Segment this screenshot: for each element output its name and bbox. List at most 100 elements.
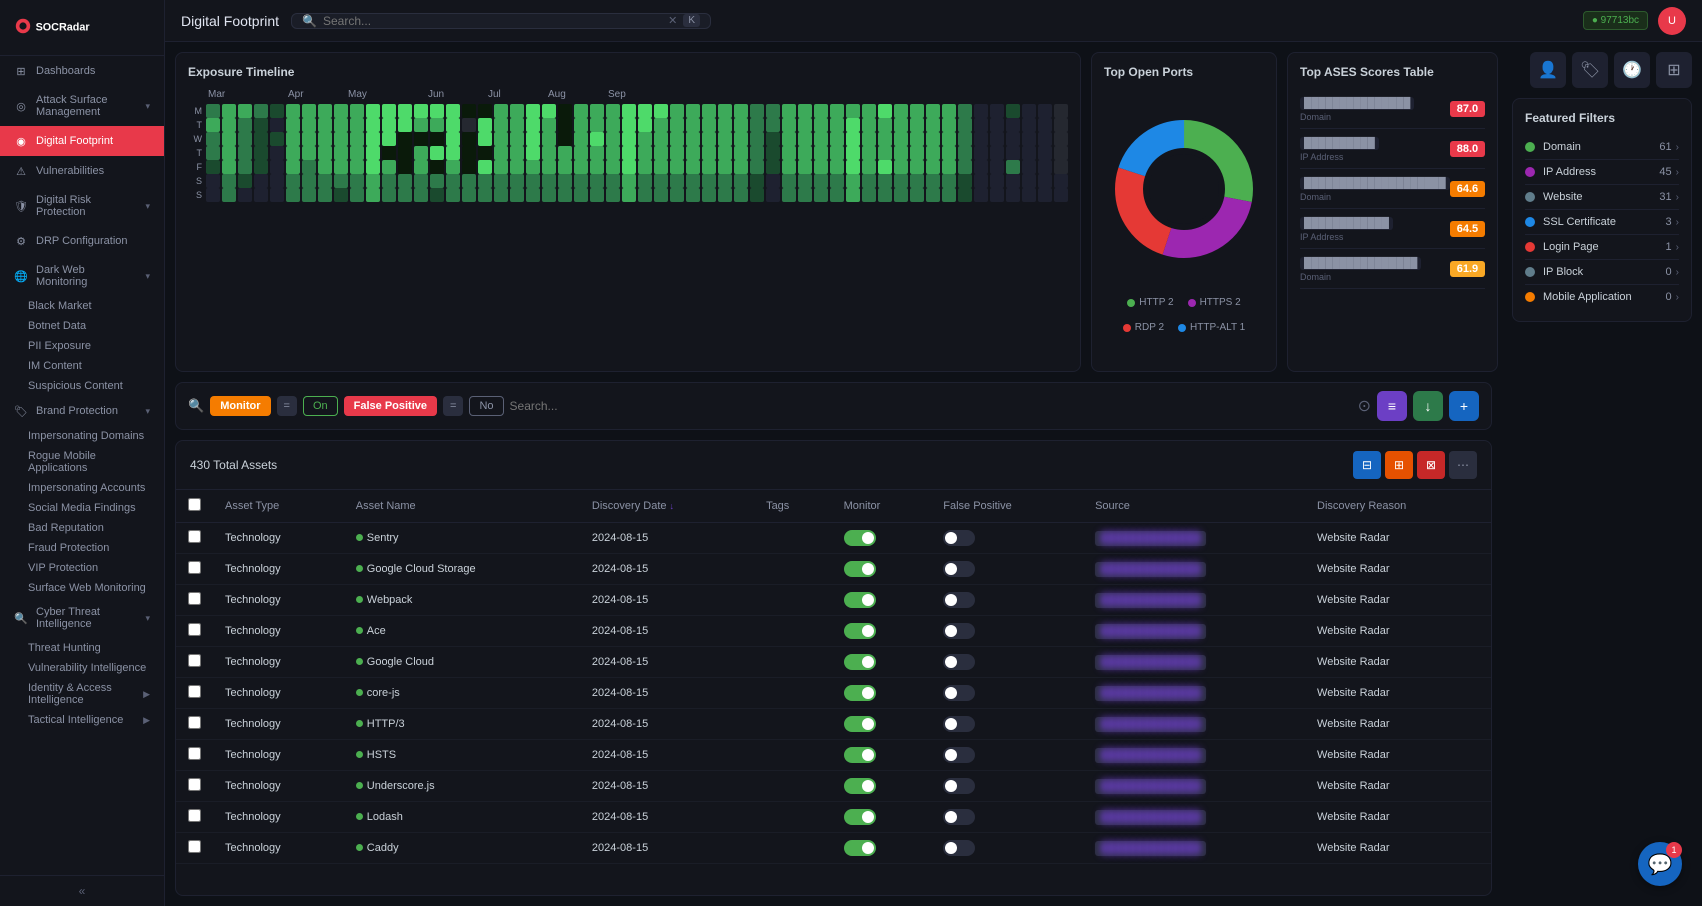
timeline-cell[interactable] — [766, 174, 780, 188]
timeline-cell[interactable] — [446, 146, 460, 160]
row-checkbox-cell[interactable] — [176, 585, 213, 616]
chart-view-btn[interactable]: ⋯ — [1449, 451, 1477, 479]
timeline-cell[interactable] — [366, 132, 380, 146]
timeline-cell[interactable] — [382, 160, 396, 174]
timeline-cell[interactable] — [750, 174, 764, 188]
timeline-cell[interactable] — [510, 104, 524, 118]
timeline-cell[interactable] — [286, 104, 300, 118]
timeline-cell[interactable] — [878, 132, 892, 146]
timeline-cell[interactable] — [302, 188, 316, 202]
card-view-btn[interactable]: ⊞ — [1385, 451, 1413, 479]
timeline-cell[interactable] — [478, 146, 492, 160]
timeline-cell[interactable] — [222, 104, 236, 118]
timeline-cell[interactable] — [718, 146, 732, 160]
timeline-cell[interactable] — [446, 188, 460, 202]
timeline-cell[interactable] — [1038, 104, 1052, 118]
timeline-cell[interactable] — [926, 174, 940, 188]
false-positive-toggle[interactable] — [943, 592, 975, 608]
timeline-cell[interactable] — [222, 188, 236, 202]
timeline-cell[interactable] — [750, 104, 764, 118]
timeline-cell[interactable] — [782, 146, 796, 160]
timeline-cell[interactable] — [894, 188, 908, 202]
featured-filter-item[interactable]: IP Address 45 › — [1525, 160, 1679, 185]
timeline-cell[interactable] — [990, 160, 1004, 174]
timeline-cell[interactable] — [622, 132, 636, 146]
timeline-cell[interactable] — [350, 118, 364, 132]
false-positive-toggle-cell[interactable] — [931, 523, 1083, 554]
timeline-cell[interactable] — [222, 132, 236, 146]
timeline-cell[interactable] — [638, 160, 652, 174]
timeline-cell[interactable] — [302, 104, 316, 118]
timeline-cell[interactable] — [782, 132, 796, 146]
timeline-cell[interactable] — [750, 188, 764, 202]
timeline-cell[interactable] — [606, 160, 620, 174]
timeline-cell[interactable] — [910, 188, 924, 202]
timeline-cell[interactable] — [574, 118, 588, 132]
timeline-cell[interactable] — [286, 174, 300, 188]
row-checkbox[interactable] — [188, 840, 201, 853]
timeline-cell[interactable] — [606, 104, 620, 118]
monitor-toggle-cell[interactable] — [832, 647, 932, 678]
timeline-cell[interactable] — [366, 104, 380, 118]
timeline-cell[interactable] — [1006, 104, 1020, 118]
timeline-cell[interactable] — [398, 188, 412, 202]
timeline-cell[interactable] — [254, 146, 268, 160]
timeline-cell[interactable] — [782, 188, 796, 202]
timeline-cell[interactable] — [958, 104, 972, 118]
timeline-cell[interactable] — [670, 174, 684, 188]
timeline-cell[interactable] — [814, 160, 828, 174]
timeline-cell[interactable] — [462, 146, 476, 160]
timeline-cell[interactable] — [1006, 118, 1020, 132]
timeline-cell[interactable] — [1022, 174, 1036, 188]
timeline-cell[interactable] — [734, 118, 748, 132]
timeline-cell[interactable] — [270, 104, 284, 118]
false-positive-toggle[interactable] — [943, 778, 975, 794]
timeline-cell[interactable] — [958, 160, 972, 174]
timeline-cell[interactable] — [1038, 132, 1052, 146]
timeline-cell[interactable] — [334, 188, 348, 202]
timeline-cell[interactable] — [318, 160, 332, 174]
sidebar-item-rogue-mobile[interactable]: Rogue Mobile Applications — [0, 446, 164, 478]
timeline-cell[interactable] — [1006, 160, 1020, 174]
timeline-cell[interactable] — [942, 132, 956, 146]
timeline-cell[interactable] — [942, 188, 956, 202]
timeline-cell[interactable] — [366, 160, 380, 174]
timeline-cell[interactable] — [430, 174, 444, 188]
timeline-cell[interactable] — [590, 160, 604, 174]
timeline-cell[interactable] — [830, 104, 844, 118]
timeline-cell[interactable] — [670, 146, 684, 160]
timeline-cell[interactable] — [222, 146, 236, 160]
search-bar[interactable]: 🔍 ✕ K — [291, 13, 711, 29]
row-checkbox[interactable] — [188, 778, 201, 791]
row-checkbox-cell[interactable] — [176, 554, 213, 585]
false-positive-toggle[interactable] — [943, 716, 975, 732]
timeline-cell[interactable] — [878, 160, 892, 174]
timeline-cell[interactable] — [782, 174, 796, 188]
timeline-cell[interactable] — [478, 132, 492, 146]
timeline-cell[interactable] — [974, 160, 988, 174]
row-checkbox[interactable] — [188, 716, 201, 729]
timeline-cell[interactable] — [1022, 104, 1036, 118]
timeline-cell[interactable] — [334, 174, 348, 188]
sidebar-item-impersonating-accounts[interactable]: Impersonating Accounts — [0, 478, 164, 498]
false-positive-toggle[interactable] — [943, 561, 975, 577]
sidebar-item-identity-access[interactable]: Identity & Access Intelligence ▶ — [0, 678, 164, 710]
row-checkbox-cell[interactable] — [176, 616, 213, 647]
timeline-cell[interactable] — [830, 132, 844, 146]
timeline-cell[interactable] — [206, 104, 220, 118]
timeline-cell[interactable] — [638, 188, 652, 202]
timeline-cell[interactable] — [862, 146, 876, 160]
timeline-cell[interactable] — [798, 174, 812, 188]
clock-icon-btn[interactable]: 🕐 — [1614, 52, 1650, 88]
timeline-cell[interactable] — [606, 146, 620, 160]
timeline-cell[interactable] — [494, 104, 508, 118]
timeline-cell[interactable] — [254, 118, 268, 132]
timeline-cell[interactable] — [622, 104, 636, 118]
timeline-cell[interactable] — [590, 132, 604, 146]
timeline-cell[interactable] — [670, 188, 684, 202]
timeline-cell[interactable] — [702, 104, 716, 118]
timeline-cell[interactable] — [542, 188, 556, 202]
sidebar-item-brand-protection[interactable]: 🏷 Brand Protection ▾ — [0, 396, 164, 426]
featured-filter-item[interactable]: Mobile Application 0 › — [1525, 285, 1679, 309]
sidebar-item-bad-reputation[interactable]: Bad Reputation — [0, 518, 164, 538]
